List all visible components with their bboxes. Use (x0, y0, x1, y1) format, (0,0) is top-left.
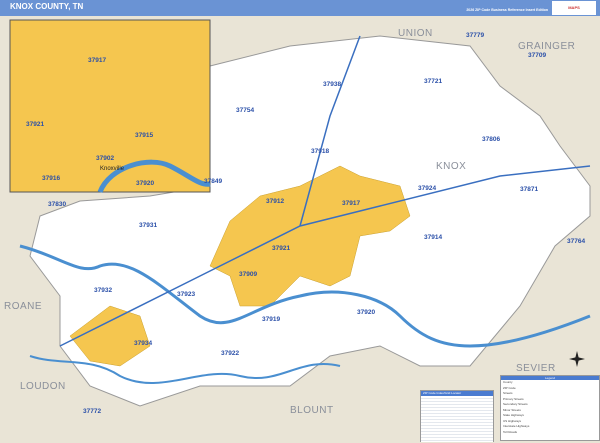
zip-label: 37912 (266, 198, 284, 205)
legend-item: Toll Roads (503, 429, 518, 434)
county-label: GRAINGER (518, 41, 575, 52)
edition-label: 2026 ZIP Code Business Reference Insert … (466, 8, 548, 12)
zip-label: 37917 (342, 200, 360, 207)
zip-label: 37921 (272, 245, 290, 252)
inset-zip-label: 37916 (42, 175, 60, 182)
zip-index-grid-locator: ZIP Code Index/Grid Locator (420, 390, 494, 442)
zip-label: 37914 (424, 234, 442, 241)
inset-zip-label: 37902 (96, 155, 114, 162)
zip-label: 37922 (221, 350, 239, 357)
county-label: LOUDON (20, 381, 66, 392)
inset-zip-label: 37915 (135, 132, 153, 139)
zip-label: 37932 (94, 287, 112, 294)
zip-label: 37924 (418, 185, 436, 192)
zip-label: 37779 (466, 32, 484, 39)
inset-zip-label: 37921 (26, 121, 44, 128)
zip-label: 37918 (311, 148, 329, 155)
zip-label: 37938 (323, 81, 341, 88)
map-legend: Legend County ZIP Code Streets Primary S… (500, 375, 600, 441)
header-bar: KNOX COUNTY, TN 2026 ZIP Code Business R… (0, 0, 600, 16)
zip-label: 37849 (204, 178, 222, 185)
logo: MAPS (552, 1, 596, 15)
county-label: ROANE (4, 301, 42, 312)
county-label: BLOUNT (290, 405, 334, 416)
zip-label: 37919 (262, 316, 280, 323)
zip-label: 37931 (139, 222, 157, 229)
county-label: KNOX (436, 161, 466, 172)
zip-label: 37709 (528, 52, 546, 59)
zip-label: 37806 (482, 136, 500, 143)
zip-label: 37764 (567, 238, 585, 245)
zip-label: 37934 (134, 340, 152, 347)
county-label: UNION (398, 28, 433, 39)
zip-label: 37772 (83, 408, 101, 415)
zip-label: 37754 (236, 107, 254, 114)
inset-zip-label: 37917 (88, 57, 106, 64)
zip-label: 37830 (48, 201, 66, 208)
inset-city-label: Knoxville (100, 166, 125, 172)
county-label: SEVIER (516, 363, 556, 374)
zip-label: 37909 (239, 271, 257, 278)
index-table (421, 396, 493, 442)
zip-label: 37871 (520, 186, 538, 193)
inset-zip-label: 37920 (136, 180, 154, 187)
map-title: KNOX COUNTY, TN (10, 2, 84, 11)
zip-label: 37721 (424, 78, 442, 85)
zip-label: 37923 (177, 291, 195, 298)
zip-label: 37920 (357, 309, 375, 316)
